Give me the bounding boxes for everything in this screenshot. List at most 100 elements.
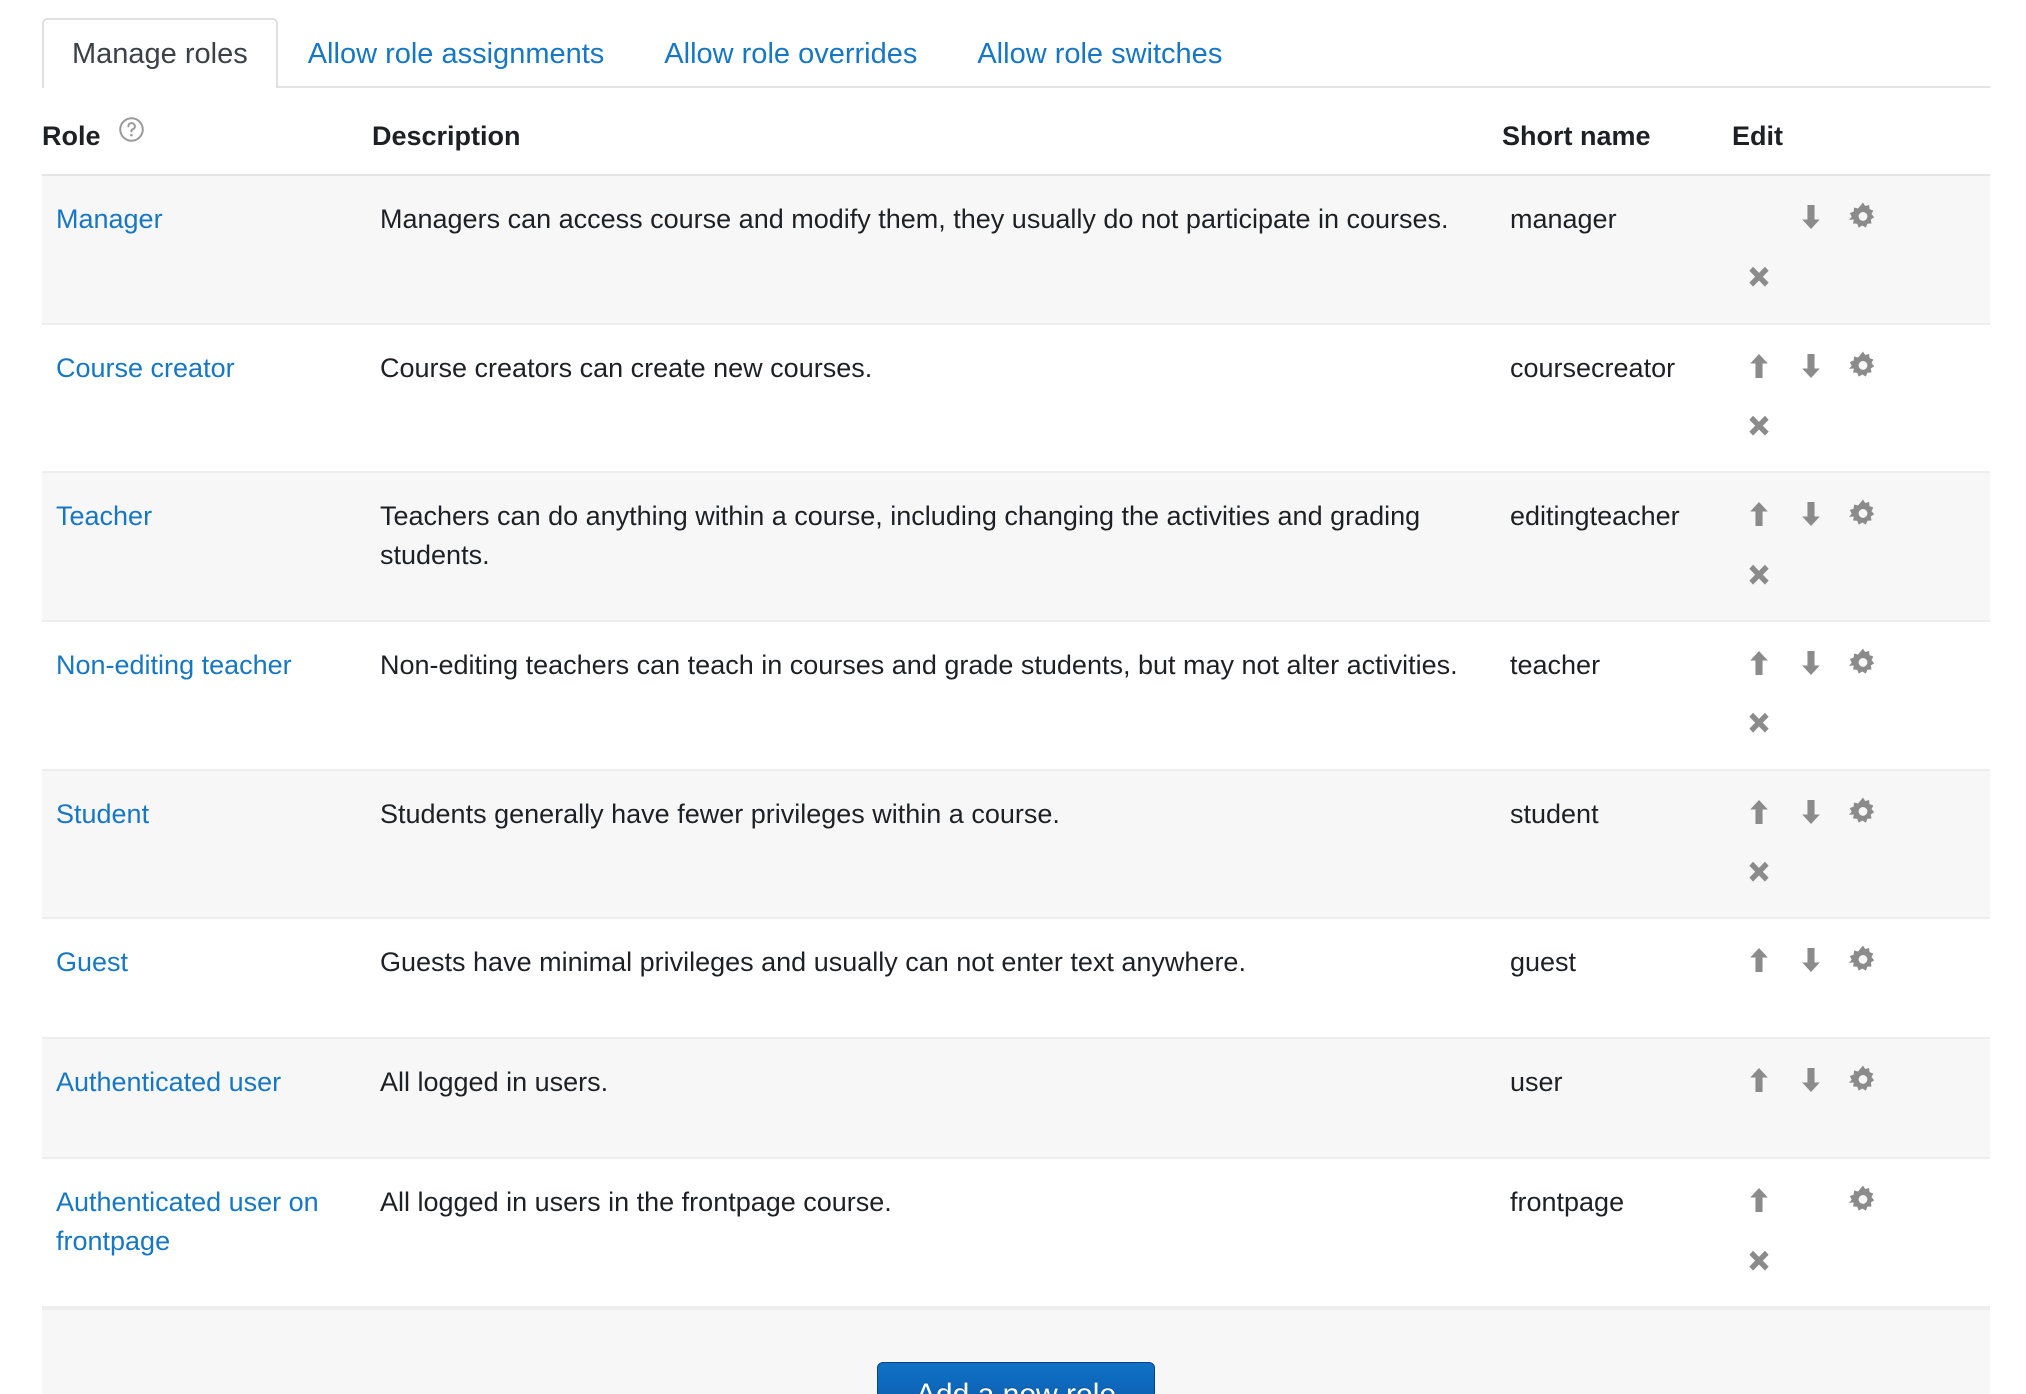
column-header-role-label: Role [42,121,101,151]
delete-x-icon[interactable] [1742,558,1776,592]
role-edit-cell [1732,472,1990,621]
edit-actions-row-2 [1742,706,1952,744]
role-link[interactable]: Non-editing teacher [56,650,292,680]
edit-actions [1742,1183,1952,1282]
move-up-icon[interactable] [1742,349,1776,383]
edit-actions-row-2 [1742,1244,1952,1282]
icon-spacer [1794,1183,1828,1217]
role-edit-cell [1732,175,1990,324]
role-description-cell: Non-editing teachers can teach in course… [372,621,1502,770]
role-short-name-cell: user [1502,1038,1732,1158]
move-up-icon[interactable] [1742,646,1776,680]
role-name-cell: Non-editing teacher [42,621,372,770]
role-short-name-cell: manager [1502,175,1732,324]
table-row: Teacher Teachers can do anything within a… [42,472,1990,621]
role-description-cell: Students generally have fewer privileges… [372,770,1502,919]
role-short-name-cell: frontpage [1502,1158,1732,1307]
edit-actions [1742,795,1952,894]
role-edit-cell [1732,1158,1990,1307]
settings-gear-icon[interactable] [1846,200,1880,234]
role-name-cell: Authenticated user [42,1038,372,1158]
table-row: Course creatorCourse creators can create… [42,324,1990,473]
role-description-cell: All logged in users. [372,1038,1502,1158]
column-header-description: Description [372,88,1502,175]
role-edit-cell [1732,770,1990,919]
table-row: Non-editing teacher Non-editing teachers … [42,621,1990,770]
role-short-name-cell: coursecreator [1502,324,1732,473]
role-link[interactable]: Teacher [56,501,152,531]
role-link[interactable]: Manager [56,204,163,234]
move-up-icon[interactable] [1742,943,1776,977]
role-name-cell: Guest [42,918,372,1038]
role-description-cell: Managers can access course and modify th… [372,175,1502,324]
delete-x-icon[interactable] [1742,855,1776,889]
settings-gear-icon[interactable] [1846,646,1880,680]
move-down-icon[interactable] [1794,795,1828,829]
move-up-icon[interactable] [1742,795,1776,829]
tab-allow-role-assignments[interactable]: Allow role assignments [278,18,635,88]
settings-gear-icon[interactable] [1846,1183,1880,1217]
role-link[interactable]: Guest [56,947,128,977]
edit-actions [1742,349,1952,448]
settings-gear-icon[interactable] [1846,795,1880,829]
settings-gear-icon[interactable] [1846,1063,1880,1097]
move-down-icon[interactable] [1794,646,1828,680]
role-name-cell: Authenticated user on frontpage [42,1158,372,1307]
edit-actions-row-2 [1742,409,1952,447]
role-link[interactable]: Authenticated user [56,1067,281,1097]
move-down-icon[interactable] [1794,943,1828,977]
delete-x-icon[interactable] [1742,1244,1776,1278]
manage-roles-page: Manage rolesAllow role assignmentsAllow … [0,0,2026,1394]
table-row: Authenticated user All logged in users.us… [42,1038,1990,1158]
role-edit-cell [1732,324,1990,473]
role-edit-cell [1732,621,1990,770]
table-footer: Add a new role [42,1308,1990,1394]
delete-x-icon[interactable] [1742,706,1776,740]
table-header-row: Role Description Short name Edit [42,88,1990,175]
role-link[interactable]: Student [56,799,149,829]
help-circle-icon[interactable] [118,116,145,143]
edit-actions [1742,1063,1952,1133]
edit-actions-row-2 [1742,260,1952,298]
role-description-cell: Teachers can do anything within a course… [372,472,1502,621]
role-admin-tabs: Manage rolesAllow role assignmentsAllow … [42,0,1990,88]
table-row: Authenticated user on frontpageAll logge… [42,1158,1990,1307]
role-short-name-cell: student [1502,770,1732,919]
table-head: Role Description Short name Edit [42,88,1990,175]
role-name-cell: Teacher [42,472,372,621]
role-link[interactable]: Course creator [56,353,235,383]
icon-spacer [1742,200,1776,234]
role-name-cell: Manager [42,175,372,324]
role-short-name-cell: guest [1502,918,1732,1038]
role-name-cell: Student [42,770,372,919]
settings-gear-icon[interactable] [1846,497,1880,531]
table-row: Manager Managers can access course and mo… [42,175,1990,324]
settings-gear-icon[interactable] [1846,349,1880,383]
table-row: GuestGuests have minimal privileges and … [42,918,1990,1038]
tab-manage-roles[interactable]: Manage roles [42,18,278,88]
move-up-icon[interactable] [1742,497,1776,531]
move-down-icon[interactable] [1794,349,1828,383]
tab-allow-role-overrides[interactable]: Allow role overrides [634,18,947,88]
delete-x-icon[interactable] [1742,409,1776,443]
table-row: Student Students generally have fewer pri… [42,770,1990,919]
move-down-icon[interactable] [1794,1063,1828,1097]
roles-table: Role Description Short name Edit Manager… [42,88,1990,1308]
delete-x-icon[interactable] [1742,260,1776,294]
move-up-icon[interactable] [1742,1063,1776,1097]
move-up-icon[interactable] [1742,1183,1776,1217]
role-name-cell: Course creator [42,324,372,473]
settings-gear-icon[interactable] [1846,943,1880,977]
tab-allow-role-switches[interactable]: Allow role switches [947,18,1252,88]
role-edit-cell [1732,918,1990,1038]
role-short-name-cell: teacher [1502,621,1732,770]
role-link[interactable]: Authenticated user on frontpage [56,1187,319,1255]
edit-actions [1742,497,1952,596]
move-down-icon[interactable] [1794,497,1828,531]
role-short-name-cell: editingteacher [1502,472,1732,621]
role-edit-cell [1732,1038,1990,1158]
move-down-icon[interactable] [1794,200,1828,234]
column-header-edit: Edit [1732,88,1990,175]
add-new-role-button[interactable]: Add a new role [877,1362,1155,1394]
table-body: Manager Managers can access course and mo… [42,175,1990,1307]
